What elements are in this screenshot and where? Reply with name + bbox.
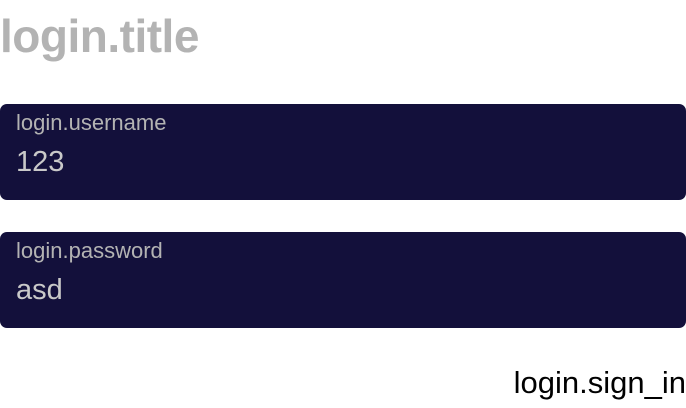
password-label: login.password: [16, 238, 163, 263]
login-page: login.title login.username login.passwor…: [0, 0, 686, 408]
username-field[interactable]: login.username: [0, 104, 686, 200]
page-title: login.title: [0, 10, 199, 62]
password-field[interactable]: login.password: [0, 232, 686, 328]
sign-in-button[interactable]: login.sign_in: [514, 362, 686, 404]
username-label: login.username: [16, 110, 167, 135]
password-input[interactable]: [16, 270, 656, 310]
username-input[interactable]: [16, 142, 656, 182]
